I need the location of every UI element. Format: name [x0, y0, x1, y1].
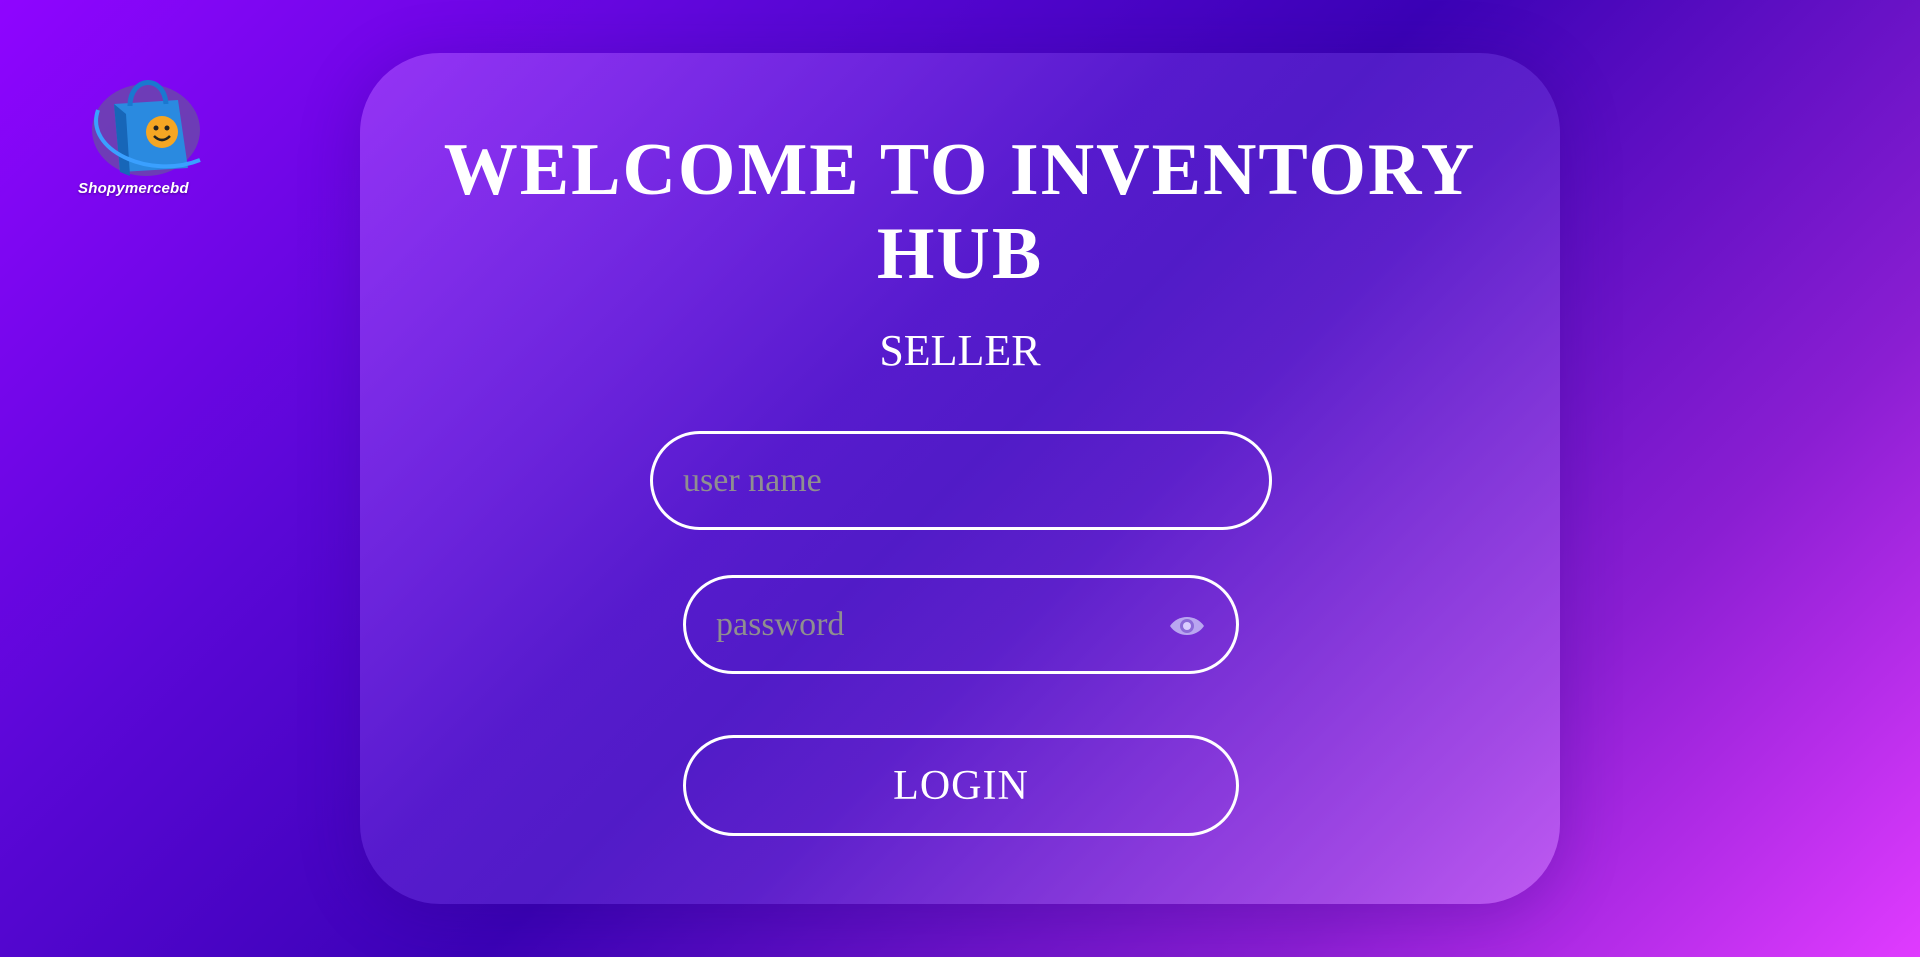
- login-button[interactable]: LOGIN: [683, 735, 1239, 836]
- password-input[interactable]: [686, 578, 1236, 671]
- shopping-bag-logo-icon: [92, 80, 201, 176]
- eye-icon[interactable]: [1168, 611, 1206, 641]
- brand-logo[interactable]: Shopymercebd: [74, 70, 224, 200]
- username-input[interactable]: [653, 434, 1269, 527]
- password-field[interactable]: [683, 575, 1239, 674]
- role-label: SELLER: [879, 326, 1041, 375]
- brand-name: Shopymercebd: [78, 180, 189, 197]
- login-card: WELCOME TO INVENTORY HUB SELLER LOGIN: [360, 53, 1560, 904]
- username-field[interactable]: [650, 431, 1272, 530]
- page-title: WELCOME TO INVENTORY HUB: [443, 129, 1477, 295]
